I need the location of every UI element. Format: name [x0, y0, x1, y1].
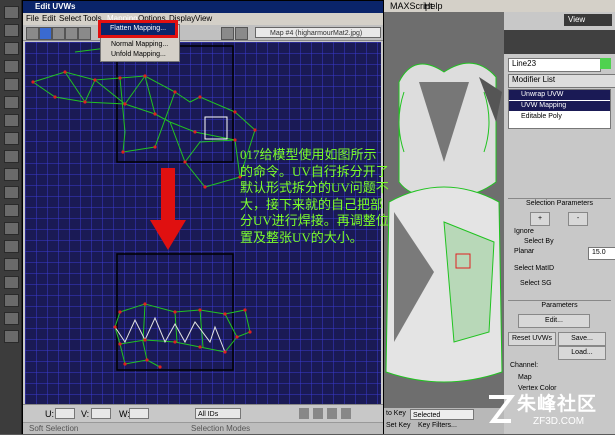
select-matid-label[interactable]: Select MatID: [514, 265, 554, 272]
layer-icon[interactable]: [4, 258, 19, 271]
shrink-selection-button[interactable]: -: [568, 212, 588, 226]
map-radio[interactable]: Map: [518, 374, 532, 381]
flatten-mapping-label[interactable]: Flatten Mapping...: [101, 23, 175, 35]
window-title: Edit UVWs: [23, 1, 383, 13]
freeform-tool-icon[interactable]: [65, 27, 78, 40]
unlink-icon[interactable]: [4, 96, 19, 109]
texture-select[interactable]: Map #4 (higharmourMat2.jpg): [255, 27, 381, 38]
select-icon[interactable]: [4, 6, 19, 19]
edit-button[interactable]: Edit...: [518, 314, 590, 328]
camera-icon[interactable]: [4, 150, 19, 163]
v-label: V:: [81, 409, 90, 419]
modifier-stack: Unwrap UVW UVW Mapping Editable Poly: [508, 89, 611, 129]
uvw-status-bar: Soft Selection Selection Modes: [23, 422, 383, 434]
ignore-label[interactable]: Ignore: [514, 228, 534, 235]
tutorial-annotation: 017给模型使用如图所示 的命令。UV自行拆分开了 默认形式拆分的UV问题不 大…: [240, 147, 389, 245]
link-icon[interactable]: [4, 78, 19, 91]
select-sg-label[interactable]: Select SG: [520, 280, 552, 287]
max-menubar: MAXScript Help: [384, 0, 615, 12]
schematic-icon[interactable]: [4, 294, 19, 307]
align-icon[interactable]: [4, 240, 19, 253]
key-filters-button[interactable]: Key Filters...: [418, 422, 457, 429]
zoom-icon[interactable]: [313, 408, 323, 419]
watermark-text: 朱峰社区: [517, 394, 598, 415]
key-select[interactable]: Selected: [410, 409, 474, 420]
material-icon[interactable]: [4, 186, 19, 199]
modifier-list[interactable]: Modifier List: [508, 74, 615, 88]
move-tool-icon[interactable]: [26, 27, 39, 40]
view-dropdown[interactable]: View: [564, 14, 612, 26]
uvw-menubar: File Edit Select Tools Mapping Options D…: [23, 13, 383, 25]
select-by-label[interactable]: Select By: [524, 238, 554, 245]
render-icon[interactable]: [4, 132, 19, 145]
watermark-url: ZF3D.COM: [533, 416, 585, 427]
menu-help[interactable]: Help: [424, 0, 443, 12]
v-field[interactable]: [91, 408, 111, 419]
object-color-swatch[interactable]: [600, 58, 611, 69]
reset-uvws-button[interactable]: Reset UVWs: [508, 332, 556, 346]
menu-edit[interactable]: Edit: [42, 13, 56, 25]
command-panel: View Line23 Modifier List Unwrap UVW UVW…: [504, 12, 615, 434]
editor-icon[interactable]: [4, 312, 19, 325]
stack-item-uvw-mapping[interactable]: UVW Mapping: [509, 101, 610, 111]
rotate-tool-icon[interactable]: [39, 27, 52, 40]
flatten-highlight-box: Flatten Mapping...: [98, 20, 178, 38]
object-name-field[interactable]: Line23: [508, 58, 601, 72]
channel-label: Channel:: [510, 362, 539, 369]
stack-item-editable-poly[interactable]: Editable Poly: [509, 112, 610, 122]
selection-params-rollout[interactable]: Selection Parameters: [508, 198, 611, 209]
planar-label[interactable]: Planar: [514, 248, 534, 255]
set-key-label[interactable]: Set Key: [386, 422, 411, 429]
planar-angle-field[interactable]: 15.0: [588, 247, 615, 260]
watermark-logo-icon: [489, 395, 515, 423]
u-field[interactable]: [55, 408, 75, 419]
mirror-tool-icon[interactable]: [78, 27, 91, 40]
snap-icon[interactable]: [4, 204, 19, 217]
menu-select[interactable]: Select: [59, 13, 81, 25]
menu-view[interactable]: View: [195, 13, 212, 25]
move-icon[interactable]: [4, 24, 19, 37]
load-button[interactable]: Load...: [558, 346, 606, 360]
quick-render-icon[interactable]: [4, 330, 19, 343]
w-field[interactable]: [129, 408, 149, 419]
rotate-icon[interactable]: [4, 42, 19, 55]
scale-tool-icon[interactable]: [52, 27, 65, 40]
pan-icon[interactable]: [299, 408, 309, 419]
unfold-mapping-item[interactable]: Unfold Mapping...: [111, 51, 166, 58]
menu-file[interactable]: File: [26, 13, 39, 25]
uvw-toolbar: Map #4 (higharmourMat2.jpg): [23, 25, 383, 41]
bind-icon[interactable]: [4, 114, 19, 127]
ids-select[interactable]: All IDs: [195, 408, 241, 419]
stack-item-unwrap[interactable]: Unwrap UVW: [509, 90, 610, 100]
scale-icon[interactable]: [4, 60, 19, 73]
main-toolbar-left: [0, 0, 22, 434]
show-map-icon[interactable]: [235, 27, 248, 40]
to-key-label: to Key: [386, 410, 406, 417]
zoom-region-icon[interactable]: [327, 408, 337, 419]
panel-tabs: [504, 30, 615, 54]
zoom-extents-icon[interactable]: [341, 408, 351, 419]
site-watermark: 朱峰社区 ZF3D.COM: [485, 387, 615, 434]
uvw-bottom-bar: U: V: W: All IDs: [23, 404, 383, 422]
update-map-icon[interactable]: [221, 27, 234, 40]
grow-selection-button[interactable]: +: [530, 212, 550, 226]
down-arrow: [150, 168, 186, 250]
save-button[interactable]: Save...: [558, 332, 606, 346]
mirror-icon[interactable]: [4, 222, 19, 235]
selection-modes-label: Selection Modes: [191, 424, 251, 433]
light-icon[interactable]: [4, 168, 19, 181]
u-label: U:: [45, 409, 54, 419]
parameters-rollout[interactable]: Parameters: [508, 300, 611, 311]
curve-icon[interactable]: [4, 276, 19, 289]
soft-selection-label: Soft Selection: [29, 424, 79, 433]
normal-mapping-item[interactable]: Normal Mapping...: [111, 41, 168, 48]
